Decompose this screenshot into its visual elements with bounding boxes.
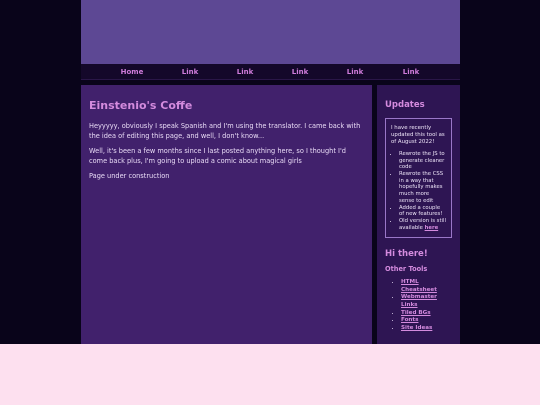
tools-item: HTML Cheatsheet [401,279,452,294]
nav-link-4[interactable]: Link [347,67,364,77]
tool-link-tiled-bgs[interactable]: Tiled BGs [401,310,431,316]
tools-item: Site Ideas [401,325,452,333]
page-title: Einstenio's Coffe [89,99,193,112]
tools-item: Webmaster Links [401,294,452,309]
tool-link-webmaster-links[interactable]: Webmaster Links [401,294,437,308]
tool-link-html-cheatsheet[interactable]: HTML Cheatsheet [401,279,437,293]
updates-item-old-version: Old version is still available here [399,218,446,231]
updates-heading: Updates [385,100,425,110]
footer-band [0,344,540,405]
updates-intro: I have recently updated this tool as of … [391,125,445,145]
top-nav: Home Link Link Link Link Link [81,64,460,80]
nav-link-5[interactable]: Link [403,67,420,77]
nav-link-1[interactable]: Link [182,67,199,77]
intro-paragraph: Heyyyyy, obviously I speak Spanish and I… [89,122,361,140]
tool-link-fonts[interactable]: Fonts [401,317,418,323]
update-paragraph: Well, it's been a few months since I las… [89,147,346,165]
old-version-link[interactable]: here [425,225,439,231]
main-content: Einstenio's Coffe Heyyyyy, obviously I s… [81,85,372,344]
old-version-text: Old version is still available [399,218,446,232]
page-container: Home Link Link Link Link Link Einstenio'… [81,0,460,344]
sidebar: Updates I have recently updated this too… [377,85,460,344]
tools-item: Tiled BGs [401,310,452,318]
nav-link-home[interactable]: Home [121,67,144,77]
tools-item: Fonts [401,317,452,325]
updates-item: Rewrote the CSS in a way that hopefully … [399,171,446,204]
tool-link-site-ideas[interactable]: Site Ideas [401,325,432,331]
updates-item: Rewrote the JS to generate cleaner code [399,151,446,171]
updates-box: I have recently updated this tool as of … [385,118,452,239]
other-tools-heading: Other Tools [385,265,428,274]
hi-there-heading: Hi there! [385,249,428,260]
updates-list: Rewrote the JS to generate cleaner code … [391,151,446,232]
nav-link-3[interactable]: Link [292,67,309,77]
nav-link-2[interactable]: Link [237,67,254,77]
header-banner [81,0,460,64]
tools-list: HTML Cheatsheet Webmaster Links Tiled BG… [385,279,452,332]
updates-item: Added a couple of new features! [399,205,446,218]
construction-notice: Page under construction [89,172,170,180]
